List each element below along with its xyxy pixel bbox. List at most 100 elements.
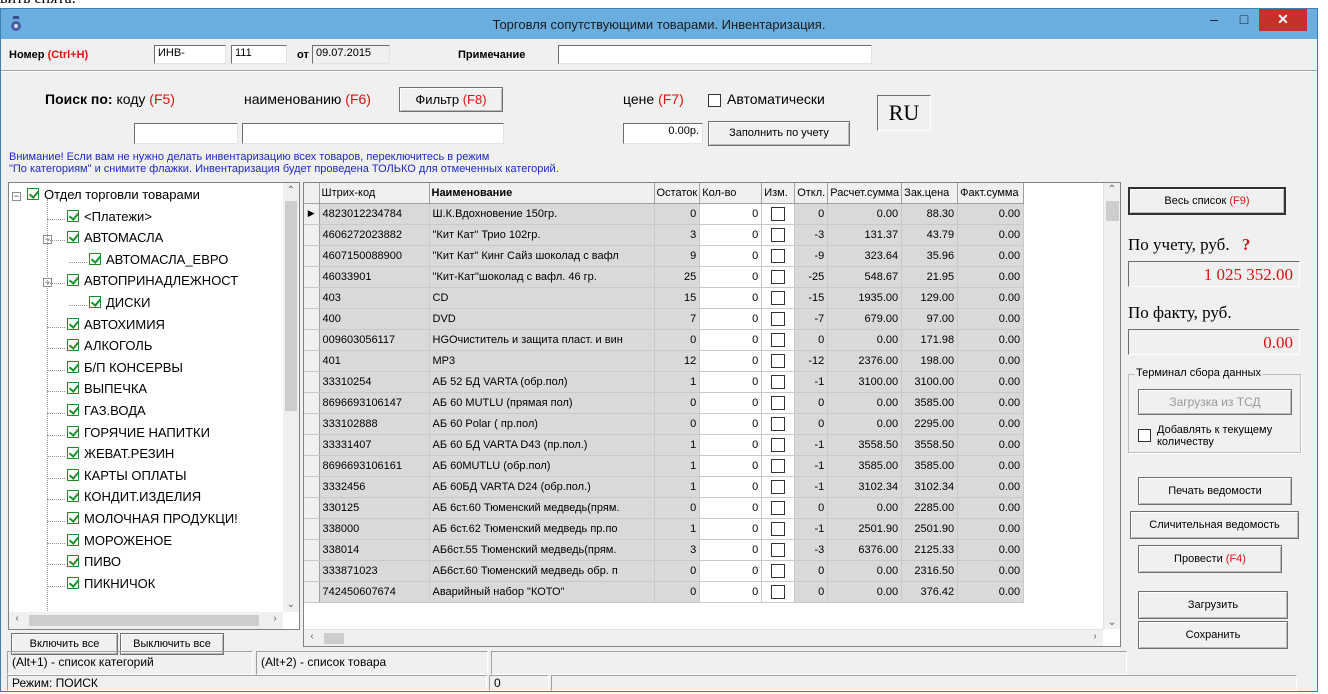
date-field[interactable]: 09.07.2015 (312, 45, 390, 64)
quantity-cell[interactable]: 0 (699, 308, 763, 330)
quantity-cell[interactable]: 0 (699, 329, 763, 351)
table-row[interactable]: 338000 АБ 6ст.62 Тюменский медведь пр.по 1… (304, 518, 1025, 540)
print-sheet-button[interactable]: Печать ведомости (1138, 477, 1292, 505)
changed-cell[interactable] (761, 497, 796, 519)
minimize-icon[interactable]: – (1199, 9, 1229, 31)
tree-item[interactable]: <Платежи> (67, 209, 152, 230)
table-row[interactable]: 400 DVD 7 0 -7 679.00 97.00 0.00 (304, 308, 1025, 330)
checkbox-icon[interactable] (771, 332, 786, 347)
checkbox-icon[interactable] (771, 479, 786, 494)
table-row[interactable]: 8696693106147 АБ 60 MUTLU (прямая пол) 0 0 0… (304, 392, 1025, 414)
checkbox-checked-icon[interactable] (67, 490, 79, 503)
checkbox-checked-icon[interactable] (67, 533, 79, 546)
column-header[interactable]: Кол-во (699, 183, 763, 204)
checkbox-icon[interactable] (771, 437, 786, 452)
tree-item[interactable]: АВТОМАСЛА_ЕВРО (89, 252, 228, 273)
changed-cell[interactable] (761, 539, 796, 561)
scroll-thumb[interactable] (29, 615, 259, 626)
tree-item[interactable]: АВТОХИМИЯ (67, 317, 165, 338)
tree-item[interactable]: ДИСКИ (89, 295, 150, 316)
tree-item[interactable]: АВТОМАСЛА (67, 230, 163, 251)
changed-cell[interactable] (761, 308, 796, 330)
fill-by-account-button[interactable]: Заполнить по учету (708, 121, 850, 146)
checkbox-checked-icon[interactable] (89, 252, 101, 265)
load-from-tsd-button[interactable]: Загрузка из ТСД (1138, 389, 1292, 415)
table-row[interactable]: 46033901 "Кит-Кат"шоколад с вафл. 46 гр. 2… (304, 266, 1025, 288)
changed-cell[interactable] (761, 329, 796, 351)
load-button[interactable]: Загрузить (1138, 591, 1288, 619)
tree-vertical-scrollbar[interactable]: ⌃ ⌄ (283, 183, 299, 612)
grid-vertical-scrollbar[interactable]: ⌃ ⌄ (1103, 183, 1120, 629)
column-header[interactable]: Откл. (794, 183, 829, 204)
tree-item[interactable]: МОРОЖЕНОЕ (67, 533, 172, 554)
checkbox-icon[interactable] (771, 353, 786, 368)
column-header[interactable]: Расчет.сумма (827, 183, 903, 204)
changed-cell[interactable] (761, 287, 796, 309)
scroll-left-icon[interactable]: ‹ (9, 613, 25, 624)
whole-list-button[interactable]: Весь список (F9) (1128, 187, 1286, 215)
table-row[interactable]: 333102888 АБ 60 Polar ( пр.пол) 0 0 0 0.00 229… (304, 413, 1025, 435)
table-row[interactable]: 009603056117 HGОчиститель и защита пласт.… (304, 329, 1025, 351)
quantity-cell[interactable]: 0 (699, 560, 763, 582)
tree-item[interactable]: ПИВО (67, 554, 121, 575)
note-field[interactable] (558, 45, 872, 64)
checkbox-icon[interactable] (771, 458, 786, 473)
quantity-cell[interactable]: 0 (699, 497, 763, 519)
filter-button[interactable]: Фильтр (F8) (399, 87, 503, 112)
checkbox-checked-icon[interactable] (67, 512, 79, 524)
changed-cell[interactable] (761, 224, 796, 246)
column-header[interactable]: Остаток (654, 183, 701, 204)
checkbox-icon[interactable] (771, 563, 786, 578)
search-name-input[interactable] (242, 123, 504, 144)
quantity-cell[interactable]: 0 (699, 350, 763, 372)
compare-sheet-button[interactable]: Сличительная ведомость (1130, 511, 1299, 539)
changed-cell[interactable] (761, 203, 796, 225)
quantity-cell[interactable]: 0 (699, 581, 763, 603)
quantity-cell[interactable]: 0 (699, 518, 763, 540)
changed-cell[interactable] (761, 245, 796, 267)
quantity-cell[interactable]: 0 (699, 392, 763, 414)
tree-item[interactable]: МОЛОЧНАЯ ПРОДУКЦИ! (67, 511, 238, 532)
quantity-cell[interactable]: 0 (699, 434, 763, 456)
close-icon[interactable]: ✕ (1259, 9, 1307, 31)
checkbox-icon[interactable] (771, 500, 786, 515)
tree-item[interactable]: Б/П КОНСЕРВЫ (67, 360, 183, 381)
scroll-up-icon[interactable]: ⌃ (283, 185, 299, 196)
table-row[interactable]: 401 MP3 12 0 -12 2376.00 198.00 0.00 (304, 350, 1025, 372)
checkbox-checked-icon[interactable] (67, 209, 79, 222)
search-price-input[interactable]: 0.00р. (623, 123, 703, 144)
table-row[interactable]: 33331407 АБ 60 БД VARTA D43 (пр.пол.) 1 0 -1… (304, 434, 1025, 456)
checkbox-checked-icon[interactable] (67, 425, 79, 438)
checkbox-icon[interactable] (771, 269, 786, 284)
checkbox-checked-icon[interactable] (67, 317, 79, 330)
quantity-cell[interactable]: 0 (699, 413, 763, 435)
checkbox-checked-icon[interactable] (67, 339, 79, 352)
checkbox-icon[interactable] (771, 521, 786, 536)
table-row[interactable]: 330125 АБ 6ст.60 Тюменский медведь(прям. 0… (304, 497, 1025, 519)
checkbox-checked-icon[interactable] (67, 468, 79, 481)
scroll-down-icon[interactable]: ⌄ (283, 599, 299, 610)
checkbox-checked-icon[interactable] (67, 231, 79, 244)
number-field[interactable]: 111 (231, 45, 287, 64)
checkbox-icon[interactable] (771, 542, 786, 557)
checkbox-checked-icon[interactable] (27, 188, 39, 200)
tree-item[interactable]: ПИКНИЧОК (67, 576, 155, 597)
table-row[interactable]: 3332456 АБ 60БД VARTA D24 (обр.пол.) 1 0 -1 3… (304, 476, 1025, 498)
changed-cell[interactable] (761, 455, 796, 477)
tree-item[interactable]: ГОРЯЧИЕ НАПИТКИ (67, 425, 210, 446)
scroll-thumb[interactable] (324, 633, 344, 644)
table-row[interactable]: 403 CD 15 0 -15 1935.00 129.00 0.00 (304, 287, 1025, 309)
scroll-right-icon[interactable]: › (1087, 631, 1103, 642)
scroll-right-icon[interactable]: › (267, 613, 283, 624)
scroll-down-icon[interactable]: ⌄ (1104, 617, 1120, 628)
tree-item[interactable]: Отдел торговли товарами (27, 187, 200, 208)
tree-item[interactable]: ЖЕВАТ.РЕЗИН (67, 446, 174, 467)
table-row[interactable]: 333871023 АБ6ст.60 Тюменский медведь обр.… (304, 560, 1025, 582)
table-row[interactable]: 8696693106161 АБ 60MUTLU (обр.пол) 1 0 -1 358… (304, 455, 1025, 477)
quantity-cell[interactable]: 0 (699, 203, 763, 225)
column-header[interactable]: Штрих-код (319, 183, 430, 204)
table-row[interactable]: ▶ 4823012234784 Ш.К.Вдохновение 150гр. 0 0 0 0… (304, 203, 1025, 225)
grid-horizontal-scrollbar[interactable]: ‹ › (304, 629, 1103, 646)
changed-cell[interactable] (761, 581, 796, 603)
checkbox-icon[interactable] (771, 374, 786, 389)
